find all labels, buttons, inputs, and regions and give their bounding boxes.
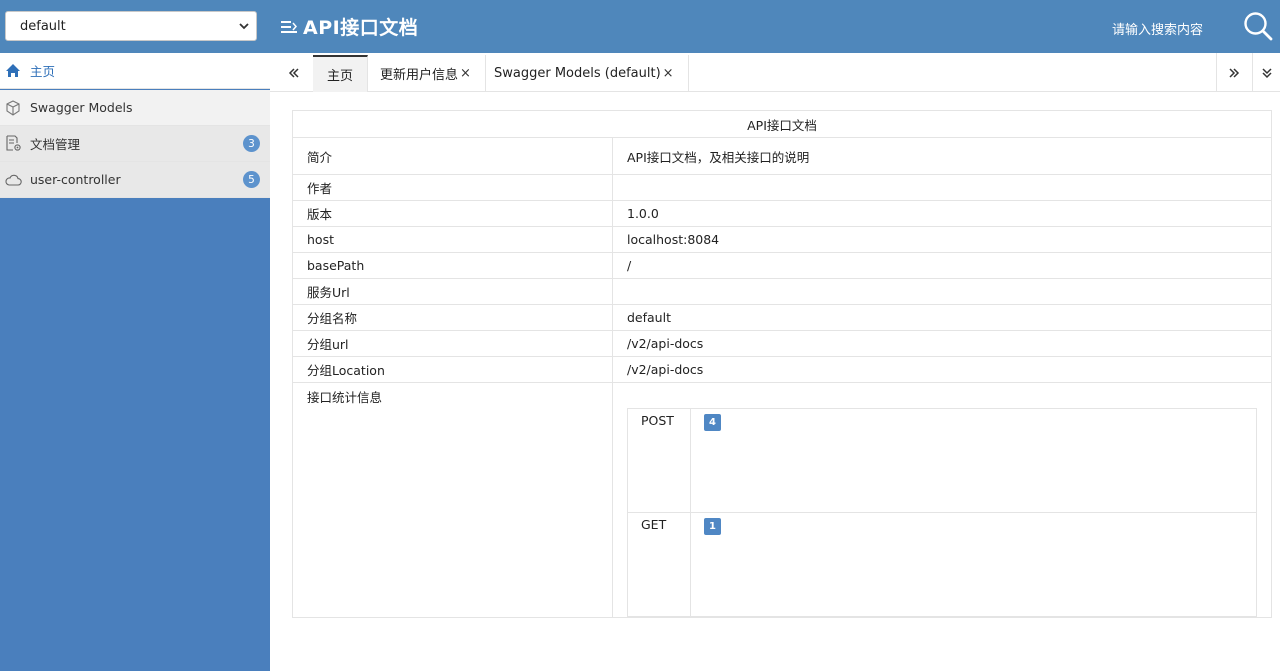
chevron-down-icon	[239, 23, 249, 30]
page-title: API接口文档	[303, 17, 419, 39]
top-bar: default API接口文档 请输入搜索内容	[0, 0, 1280, 53]
row-key: 接口统计信息	[292, 382, 613, 618]
row-key: 分组url	[292, 330, 613, 357]
row-key: 版本	[292, 200, 613, 227]
method-count-cell: 1	[690, 512, 1257, 617]
tab-home[interactable]: 主页	[313, 55, 369, 92]
row-key: basePath	[292, 252, 613, 279]
sidebar: 主页 Swagger Models 文档管理 3 user-controller…	[0, 53, 270, 671]
sidebar-item-label: Swagger Models	[30, 100, 133, 115]
sidebar-item-label: user-controller	[30, 172, 121, 187]
table-row: basePath /	[292, 252, 1272, 279]
sidebar-item-label: 文档管理	[30, 137, 81, 152]
sidebar-item-user-controller[interactable]: user-controller 5	[0, 162, 270, 198]
row-key: 简介	[292, 137, 613, 175]
stats-cell: POST 4 GET 1	[612, 382, 1272, 618]
table-row: 分组url /v2/api-docs	[292, 330, 1272, 357]
sidebar-item-label: 主页	[30, 64, 56, 79]
close-icon[interactable]: ×	[460, 66, 471, 81]
method-label: GET	[627, 512, 691, 617]
main-content: API接口文档 简介 API接口文档，及相关接口的说明 作者 版本 1.0.0 …	[292, 110, 1272, 618]
row-key: 分组Location	[292, 356, 613, 383]
tab-label: Swagger Models (default)	[494, 66, 661, 81]
tab-update-user-info[interactable]: 更新用户信息 ×	[366, 55, 486, 92]
tab-label: 主页	[327, 69, 354, 84]
row-value	[612, 278, 1272, 305]
stats-row-get: GET 1	[627, 512, 1257, 617]
row-value: API接口文档，及相关接口的说明	[612, 137, 1272, 175]
table-header-row: API接口文档	[292, 110, 1272, 138]
tab-label: 更新用户信息	[380, 68, 459, 83]
table-row: 服务Url	[292, 278, 1272, 305]
app-brand: API接口文档	[281, 13, 418, 40]
row-value: localhost:8084	[612, 226, 1272, 253]
method-stats-table: POST 4 GET 1	[627, 408, 1257, 617]
row-key: host	[292, 226, 613, 253]
stats-wrapper: POST 4 GET 1	[627, 408, 1257, 617]
search-input[interactable]: 请输入搜索内容	[1112, 19, 1203, 38]
tab-scroll-left-icon[interactable]	[276, 53, 312, 92]
table-row: 版本 1.0.0	[292, 200, 1272, 227]
sidebar-item-docs-management[interactable]: 文档管理 3	[0, 126, 270, 162]
search-icon[interactable]	[1243, 11, 1273, 41]
document-settings-icon	[4, 135, 22, 153]
count-badge: 1	[704, 518, 721, 535]
count-badge: 4	[704, 414, 721, 431]
cloud-icon	[4, 171, 22, 189]
tab-swagger-models[interactable]: Swagger Models (default) ×	[480, 55, 689, 92]
menu-toggle-icon[interactable]	[281, 20, 297, 34]
table-row: 分组Location /v2/api-docs	[292, 356, 1272, 383]
row-key: 分组名称	[292, 304, 613, 331]
close-icon[interactable]: ×	[663, 66, 674, 81]
method-label: POST	[627, 408, 691, 513]
table-row: 作者	[292, 174, 1272, 201]
row-key: 作者	[292, 174, 613, 201]
table-row-stats: 接口统计信息 POST 4 GET 1	[292, 382, 1272, 618]
table-heading: API接口文档	[292, 110, 1272, 138]
table-row: 分组名称 default	[292, 304, 1272, 331]
count-badge: 3	[243, 135, 260, 152]
method-count-cell: 4	[690, 408, 1257, 513]
table-row: 简介 API接口文档，及相关接口的说明	[292, 137, 1272, 175]
tab-scroll-right-icon[interactable]	[1216, 53, 1251, 92]
count-badge: 5	[243, 171, 260, 188]
cube-icon	[4, 99, 22, 117]
tab-menu-down-icon[interactable]	[1252, 53, 1280, 92]
stats-row-post: POST 4	[627, 408, 1257, 513]
row-value: /	[612, 252, 1272, 279]
group-select-value: default	[20, 18, 66, 34]
row-key: 服务Url	[292, 278, 613, 305]
api-info-table: API接口文档 简介 API接口文档，及相关接口的说明 作者 版本 1.0.0 …	[292, 110, 1272, 618]
sidebar-item-home[interactable]: 主页	[0, 53, 270, 89]
group-select[interactable]: default	[5, 11, 257, 41]
row-value: /v2/api-docs	[612, 356, 1272, 383]
table-row: host localhost:8084	[292, 226, 1272, 253]
row-value: /v2/api-docs	[612, 330, 1272, 357]
row-value: 1.0.0	[612, 200, 1272, 227]
row-value: default	[612, 304, 1272, 331]
row-value	[612, 174, 1272, 201]
sidebar-item-swagger-models[interactable]: Swagger Models	[0, 90, 270, 126]
home-icon	[4, 62, 22, 80]
tab-bar: 主页 更新用户信息 × Swagger Models (default) ×	[270, 53, 1280, 92]
